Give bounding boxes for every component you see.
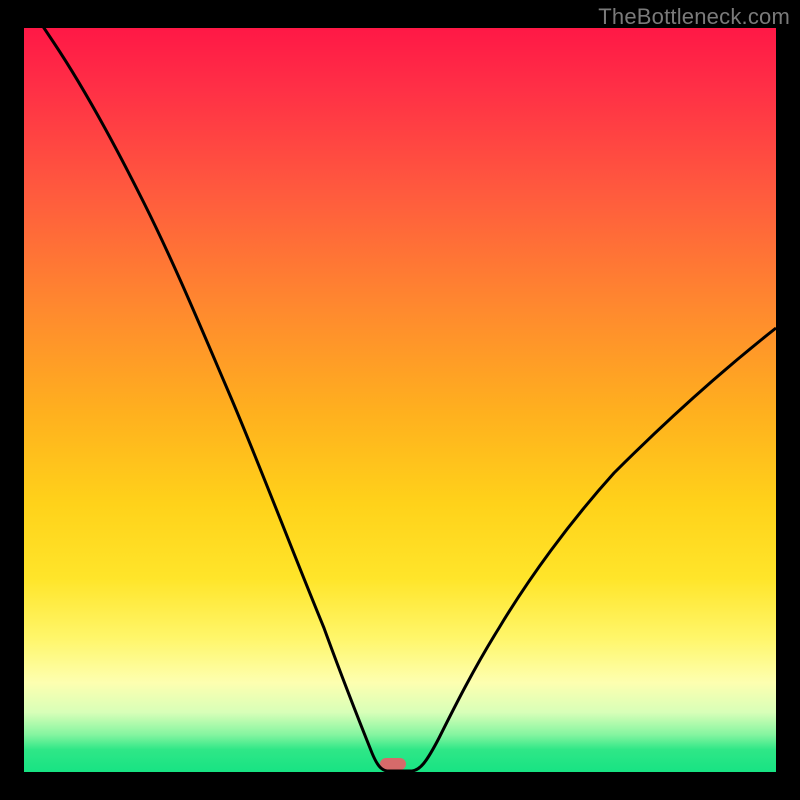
chart-frame: TheBottleneck.com bbox=[0, 0, 800, 800]
plot-area bbox=[24, 28, 776, 772]
min-marker bbox=[380, 758, 406, 770]
watermark-text: TheBottleneck.com bbox=[598, 4, 790, 30]
